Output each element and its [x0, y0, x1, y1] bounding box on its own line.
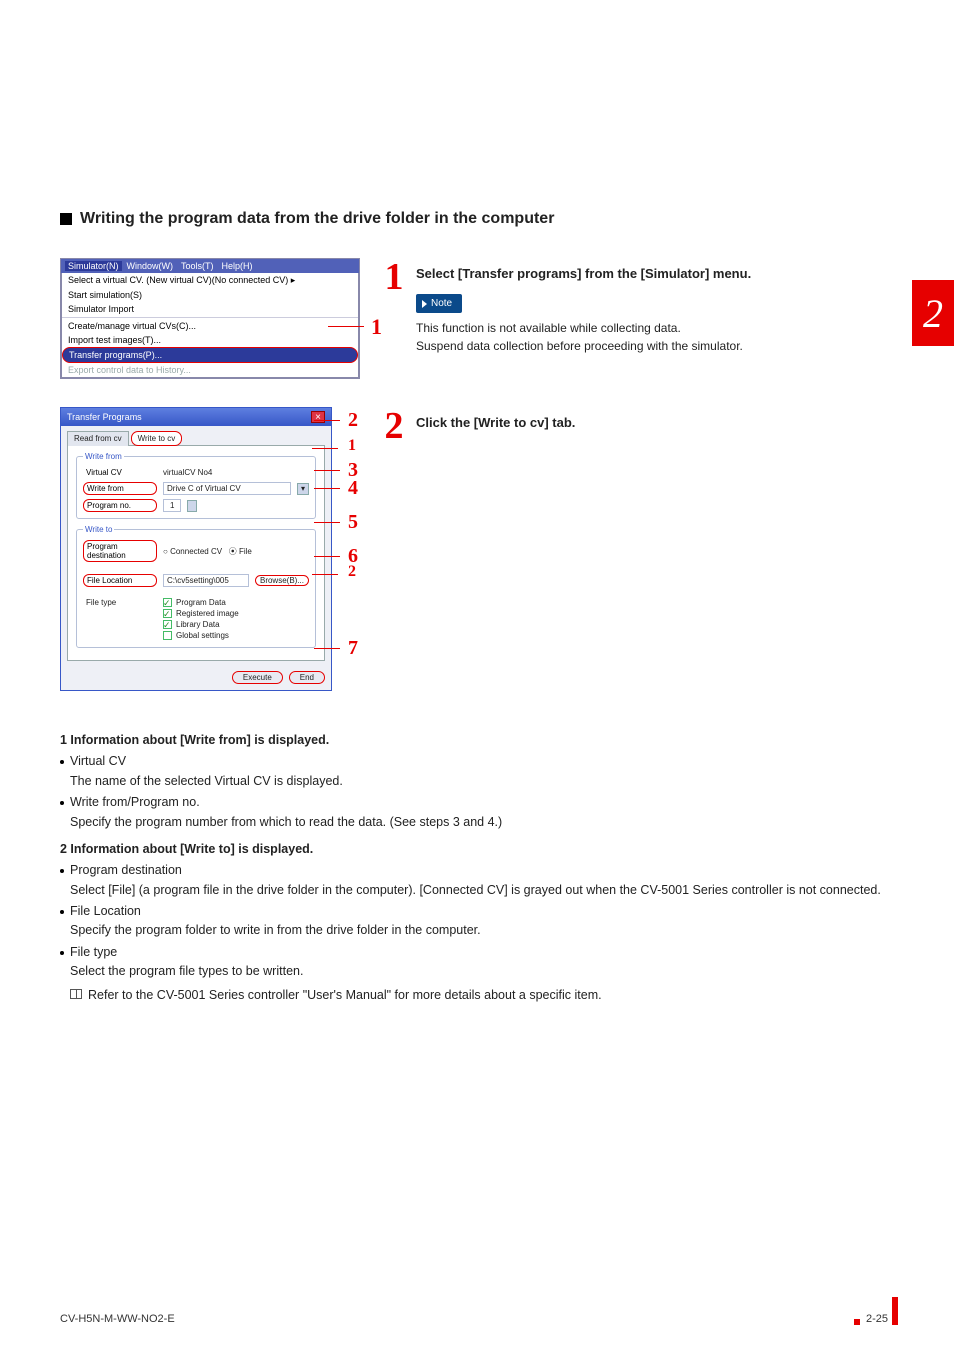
menu-item-transfer-programs[interactable]: Transfer programs(P)... — [62, 347, 358, 363]
dropdown-icon[interactable]: ▾ — [297, 483, 309, 495]
write-to-fieldset: Write to Program destination ○ Connected… — [76, 525, 316, 648]
execute-button[interactable]: Execute — [232, 671, 283, 684]
info-ref: Refer to the CV-5001 Series controller "… — [88, 986, 602, 1005]
callout-1: 1 — [371, 314, 382, 340]
info-1a-label: Virtual CV — [70, 754, 126, 768]
tab-write-to-cv[interactable]: Write to cv — [131, 431, 183, 446]
triangle-icon — [422, 300, 427, 308]
dialog-titlebar: Transfer Programs × — [61, 408, 331, 426]
transfer-programs-dialog: Transfer Programs × Read from cv Write t… — [60, 407, 332, 691]
menu-window[interactable]: Window(W) — [124, 261, 177, 271]
callout-4: 4 — [348, 477, 358, 500]
chapter-side-tab: 2 — [912, 280, 954, 346]
info-1-head: 1 Information about [Write from] is disp… — [60, 731, 898, 750]
menu-separator — [62, 317, 358, 318]
chapter-number: 2 — [923, 290, 943, 337]
program-destination-radios[interactable]: ○ Connected CV ⦿ File — [163, 546, 309, 557]
menu-dropdown: Select a virtual CV. (New virtual CV)(No… — [61, 273, 359, 378]
menu-item-simulator-import[interactable]: Simulator Import — [62, 302, 358, 316]
info-2b-label: File Location — [70, 904, 141, 918]
callout-b1: 1 — [348, 437, 356, 455]
program-no-input[interactable]: 1 — [163, 499, 181, 512]
callout-5: 5 — [348, 511, 358, 534]
step-number-1: 1 — [380, 258, 408, 355]
write-to-legend: Write to — [83, 525, 114, 534]
menu-tools[interactable]: Tools(T) — [178, 261, 217, 271]
red-square-icon — [854, 1319, 860, 1325]
write-from-legend: Write from — [83, 452, 124, 461]
checkbox-registered-image[interactable] — [163, 609, 172, 618]
write-from-select[interactable]: Drive C of Virtual CV — [163, 482, 291, 495]
menu-bar: Simulator(N) Window(W) Tools(T) Help(H) — [61, 259, 359, 273]
virtual-cv-value: virtualCV No4 — [163, 468, 309, 477]
tab-read-from-cv[interactable]: Read from cv — [67, 431, 129, 446]
menu-simulator[interactable]: Simulator(N) — [65, 261, 122, 271]
bullet-icon — [60, 801, 64, 805]
step-1-title: Select [Transfer programs] from the [Sim… — [416, 264, 898, 284]
write-from-label: Write from — [83, 482, 157, 495]
info-list: 1 Information about [Write from] is disp… — [60, 731, 898, 1005]
bullet-icon — [60, 951, 64, 955]
square-bullet-icon — [60, 213, 72, 225]
page-footer: CV-H5N-M-WW-NO2-E 2-25 — [60, 1297, 898, 1325]
program-destination-label: Program destination — [83, 540, 157, 562]
callout-2: 2 — [348, 409, 358, 432]
file-location-label: File Location — [83, 574, 157, 587]
note-label: Note — [416, 294, 462, 313]
file-location-input[interactable]: C:\cv5setting\005 — [163, 574, 249, 587]
step-number-2: 2 — [380, 407, 408, 445]
close-icon[interactable]: × — [311, 411, 325, 423]
info-1a-desc: The name of the selected Virtual CV is d… — [70, 772, 343, 791]
write-from-fieldset: Write from Virtual CV virtualCV No4 Writ… — [76, 452, 316, 519]
step-2-title: Click the [Write to cv] tab. — [416, 413, 898, 433]
info-2b-desc: Specify the program folder to write in f… — [70, 921, 481, 940]
info-1b-label: Write from/Program no. — [70, 795, 200, 809]
info-2c-label: File type — [70, 945, 117, 959]
info-1b-desc: Specify the program number from which to… — [70, 813, 502, 832]
bullet-icon — [60, 910, 64, 914]
menu-help[interactable]: Help(H) — [219, 261, 256, 271]
red-bar-icon — [892, 1297, 898, 1325]
bullet-icon — [60, 760, 64, 764]
browse-button[interactable]: Browse(B)... — [255, 575, 309, 586]
callout-b2: 2 — [348, 563, 356, 581]
program-no-label: Program no. — [83, 499, 157, 512]
checkbox-global-settings[interactable] — [163, 631, 172, 640]
page-number: 2-25 — [866, 1313, 888, 1325]
info-2c-desc: Select the program file types to be writ… — [70, 962, 602, 981]
note-body-line2: Suspend data collection before proceedin… — [416, 337, 898, 355]
info-2a-label: Program destination — [70, 863, 182, 877]
menu-item-export-control-data: Export control data to History... — [62, 363, 358, 377]
callout-7: 7 — [348, 637, 358, 660]
stepper-icon[interactable] — [187, 500, 197, 512]
checkbox-program-data[interactable] — [163, 598, 172, 607]
note-body-line1: This function is not available while col… — [416, 319, 898, 337]
dialog-title: Transfer Programs — [67, 412, 142, 422]
doc-code: CV-H5N-M-WW-NO2-E — [60, 1313, 175, 1325]
menu-item-start-simulation[interactable]: Start simulation(S) — [62, 288, 358, 302]
simulator-menu-screenshot: Simulator(N) Window(W) Tools(T) Help(H) … — [60, 258, 360, 379]
info-2-head: 2 Information about [Write to] is displa… — [60, 840, 898, 859]
book-icon — [70, 989, 82, 999]
menu-item-select-virtual-cv[interactable]: Select a virtual CV. (New virtual CV)(No… — [62, 273, 358, 288]
section-heading-text: Writing the program data from the drive … — [80, 210, 554, 228]
bullet-icon — [60, 869, 64, 873]
file-type-label: File type — [83, 597, 157, 608]
virtual-cv-label: Virtual CV — [83, 467, 157, 478]
info-2a-desc: Select [File] (a program file in the dri… — [70, 881, 881, 900]
menu-item-create-manage-vcv[interactable]: Create/manage virtual CVs(C)... — [62, 319, 358, 333]
section-heading: Writing the program data from the drive … — [60, 210, 898, 228]
menu-item-import-test-images[interactable]: Import test images(T)... — [62, 333, 358, 347]
end-button[interactable]: End — [289, 671, 325, 684]
checkbox-library-data[interactable] — [163, 620, 172, 629]
